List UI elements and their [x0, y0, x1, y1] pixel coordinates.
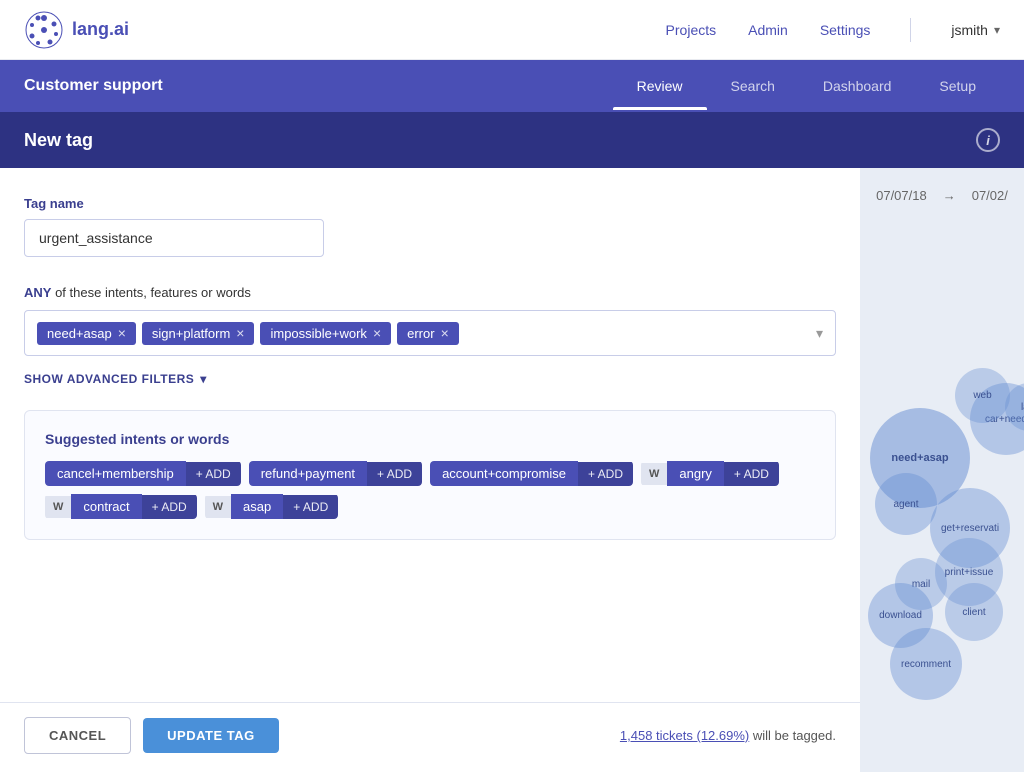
tickets-info: 1,458 tickets (12.69%) will be tagged. [620, 728, 836, 743]
tab-setup[interactable]: Setup [915, 62, 1000, 110]
arrow-icon: → [943, 188, 956, 203]
section-nav: Customer support Review Search Dashboard… [0, 60, 1024, 112]
date-row: 07/07/18 → 07/02/ [860, 188, 1024, 203]
logo-area: lang.ai [24, 10, 129, 50]
nav-link-settings[interactable]: Settings [820, 22, 871, 38]
chips-container[interactable]: need+asap × sign+platform × impossible+w… [24, 310, 836, 356]
suggestion-add-angry[interactable]: + ADD [724, 462, 779, 486]
tickets-suffix: will be tagged. [753, 728, 836, 743]
main-layout: Tag name ANY of these intents, features … [0, 168, 1024, 772]
suggestion-refund-payment: refund+payment + ADD [249, 461, 422, 486]
logo-icon [24, 10, 64, 50]
suggestion-cancel-membership: cancel+membership + ADD [45, 461, 241, 486]
bubble-chart: need+asap car+need web late agent get+re… [860, 208, 1024, 772]
chevron-down-icon: ▾ [994, 23, 1000, 37]
chip-sign-platform: sign+platform × [142, 322, 255, 345]
chip-remove-sign-platform[interactable]: × [236, 326, 244, 340]
tickets-link[interactable]: 1,458 tickets (12.69%) [620, 728, 749, 743]
tag-name-input[interactable] [24, 219, 324, 257]
suggestion-label-account: account+compromise [430, 461, 578, 486]
user-name: jsmith [951, 22, 988, 38]
suggestion-label-asap: asap [231, 494, 283, 519]
bubble-client: client [945, 583, 1003, 641]
page-header: New tag i [0, 112, 1024, 168]
nav-link-admin[interactable]: Admin [748, 22, 788, 38]
section-tabs: Review Search Dashboard Setup [613, 62, 1000, 110]
suggestions-box: Suggested intents or words cancel+member… [24, 410, 836, 540]
suggestion-asap: W asap + ADD [205, 494, 339, 519]
date-from: 07/07/18 [876, 188, 927, 203]
suggestion-label-refund: refund+payment [249, 461, 367, 486]
suggestion-add-account[interactable]: + ADD [578, 462, 633, 486]
suggestion-add-refund[interactable]: + ADD [367, 462, 422, 486]
suggestion-angry: W angry + ADD [641, 461, 779, 486]
bubble-web: web [955, 368, 1010, 423]
logo-text: lang.ai [72, 19, 129, 40]
right-panel: 07/07/18 → 07/02/ need+asap car+need web… [860, 168, 1024, 772]
user-area[interactable]: jsmith ▾ [951, 22, 1000, 38]
chevron-down-filters-icon: ▾ [200, 372, 207, 386]
tab-review[interactable]: Review [613, 62, 707, 110]
suggestion-account-compromise: account+compromise + ADD [430, 461, 633, 486]
chips-dropdown-arrow[interactable]: ▾ [816, 325, 823, 342]
suggestions-row-1: cancel+membership + ADD refund+payment +… [45, 461, 815, 486]
filter-any: ANY [24, 285, 51, 300]
nav-divider [910, 18, 911, 42]
chip-need-asap: need+asap × [37, 322, 136, 345]
tab-dashboard[interactable]: Dashboard [799, 62, 916, 110]
footer: CANCEL UPDATE TAG 1,458 tickets (12.69%)… [0, 702, 860, 768]
date-to: 07/02/ [972, 188, 1008, 203]
chip-error: error × [397, 322, 459, 345]
section-title: Customer support [24, 77, 163, 95]
chip-remove-impossible-work[interactable]: × [373, 326, 381, 340]
suggestion-w-icon-angry: W [641, 463, 667, 485]
update-tag-button[interactable]: UPDATE TAG [143, 718, 279, 753]
advanced-filters-label: SHOW ADVANCED FILTERS [24, 372, 194, 386]
suggestion-add-cancel[interactable]: + ADD [186, 462, 241, 486]
left-panel: Tag name ANY of these intents, features … [0, 168, 860, 772]
tag-name-field: Tag name [24, 196, 836, 257]
chip-impossible-work: impossible+work × [260, 322, 391, 345]
filter-section: ANY of these intents, features or words … [24, 285, 836, 356]
chip-remove-need-asap[interactable]: × [118, 326, 126, 340]
suggestion-label-angry: angry [667, 461, 724, 486]
bubble-recomment: recomment [890, 628, 962, 700]
advanced-filters-toggle[interactable]: SHOW ADVANCED FILTERS ▾ [24, 372, 836, 386]
suggestion-w-icon-contract: W [45, 496, 71, 518]
page-title: New tag [24, 130, 93, 151]
info-icon[interactable]: i [976, 128, 1000, 152]
suggestion-add-asap[interactable]: + ADD [283, 495, 338, 519]
filter-rest: of these intents, features or words [55, 285, 251, 300]
tab-search[interactable]: Search [707, 62, 799, 110]
top-nav: lang.ai Projects Admin Settings jsmith ▾ [0, 0, 1024, 60]
bubble-agent: agent [875, 473, 937, 535]
suggestion-add-contract[interactable]: + ADD [142, 495, 197, 519]
chip-remove-error[interactable]: × [441, 326, 449, 340]
cancel-button[interactable]: CANCEL [24, 717, 131, 754]
suggestion-label-cancel: cancel+membership [45, 461, 186, 486]
filter-label: ANY of these intents, features or words [24, 285, 836, 300]
tag-name-label: Tag name [24, 196, 836, 211]
suggestion-label-contract: contract [71, 494, 141, 519]
top-nav-links: Projects Admin Settings jsmith ▾ [666, 18, 1000, 42]
suggestions-row-2: W contract + ADD W asap + ADD [45, 494, 815, 519]
suggestion-contract: W contract + ADD [45, 494, 197, 519]
nav-link-projects[interactable]: Projects [666, 22, 717, 38]
suggestion-w-icon-asap: W [205, 496, 231, 518]
suggestions-title: Suggested intents or words [45, 431, 815, 447]
